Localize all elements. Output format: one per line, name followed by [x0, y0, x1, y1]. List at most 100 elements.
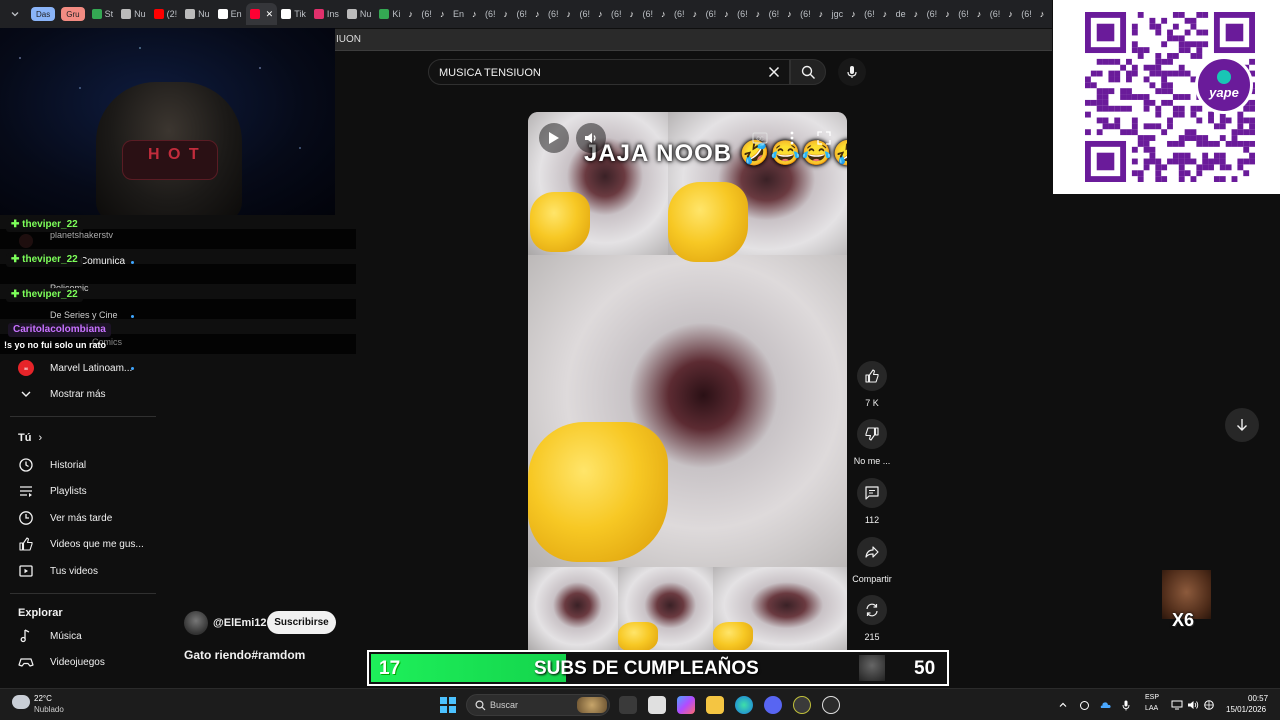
dislike-action[interactable]: No me ...	[850, 419, 894, 466]
volume-button[interactable]	[576, 123, 606, 153]
browser-tab[interactable]: ♪ de	[879, 3, 910, 25]
sync-icon[interactable]	[1077, 698, 1091, 712]
browser-tab[interactable]: ♪ (6!	[689, 3, 721, 25]
channel-avatar[interactable]	[184, 611, 208, 635]
browser-tab[interactable]: ♪ (6!	[973, 3, 1005, 25]
browser-tab[interactable]: ♪ (6!	[626, 3, 658, 25]
app-icon[interactable]	[793, 696, 811, 714]
browser-tab[interactable]: ♪ (6!	[910, 3, 942, 25]
browser-tab[interactable]: Ki	[375, 3, 404, 25]
display-icon[interactable]	[1170, 698, 1184, 712]
sidebar-item-music[interactable]: Música	[0, 623, 156, 649]
language-indicator[interactable]: ESP	[1145, 694, 1159, 701]
browser-tab[interactable]: Tik	[277, 3, 310, 25]
browser-tab[interactable]: ♪ (6!	[499, 3, 531, 25]
voice-search-button[interactable]	[838, 58, 866, 86]
weather-temperature[interactable]: 22°C	[34, 694, 52, 703]
sidebar-show-more[interactable]: Mostrar más	[0, 381, 156, 407]
comments-action[interactable]: 112	[850, 478, 894, 525]
obs-icon[interactable]	[822, 696, 840, 714]
browser-tab[interactable]: Nu	[117, 3, 150, 25]
video-title[interactable]: Gato riendo#ramdom	[184, 648, 305, 662]
sidebar-item-liked-videos[interactable]: Videos que me gus...	[0, 531, 156, 557]
volume-icon	[585, 133, 596, 143]
browser-tab[interactable]: (2!	[150, 3, 182, 25]
discord-icon[interactable]	[764, 696, 782, 714]
short-video-player[interactable]: JAJA NOOB 🤣😂😂🤣 CC	[528, 112, 847, 652]
browser-tab[interactable]: ♪mi	[1036, 3, 1052, 25]
share-button[interactable]	[857, 537, 887, 567]
search-input[interactable]	[439, 65, 759, 81]
channel-name[interactable]: @ElEmi12	[213, 617, 267, 629]
browser-tab[interactable]: ♪ (6!	[752, 3, 784, 25]
remix-action[interactable]: 215	[850, 595, 894, 642]
tab-list-button[interactable]	[4, 3, 28, 25]
browser-tab[interactable]: ♪ En	[436, 3, 468, 25]
close-icon[interactable]: ✕	[266, 9, 274, 20]
comments-button[interactable]	[857, 478, 887, 508]
more-options-button[interactable]	[782, 128, 802, 148]
clock-date[interactable]: 15/01/2026	[1226, 705, 1266, 714]
captions-button[interactable]: CC	[750, 128, 770, 148]
wifi-icon[interactable]	[1202, 698, 1216, 712]
browser-tab[interactable]: ♪ jgc	[815, 3, 848, 25]
tab-group-2[interactable]: Gru	[61, 7, 85, 21]
browser-tab[interactable]: Ins	[310, 3, 343, 25]
expand-icon	[817, 131, 831, 145]
copilot-icon[interactable]	[677, 696, 695, 714]
task-view-icon[interactable]	[619, 696, 637, 714]
tab-group-1[interactable]: Das	[31, 7, 56, 21]
microphone-tray-icon[interactable]	[1119, 698, 1133, 712]
like-button[interactable]	[857, 361, 887, 391]
share-icon	[865, 546, 879, 558]
you-section-heading[interactable]: Tú ›	[18, 432, 42, 444]
browser-tab[interactable]: ♪ (6!	[531, 3, 563, 25]
volume-tray-icon[interactable]	[1186, 698, 1200, 712]
edge-icon[interactable]	[735, 696, 753, 714]
browser-tab[interactable]: Nu	[181, 3, 214, 25]
like-action[interactable]: 7 K	[850, 361, 894, 408]
browser-tab[interactable]: ♪ (6!	[657, 3, 689, 25]
clear-search-button[interactable]	[765, 63, 783, 81]
browser-tab[interactable]: ♪ (6!	[720, 3, 752, 25]
play-button[interactable]	[539, 123, 569, 153]
next-video-button[interactable]	[1225, 408, 1259, 442]
weather-description[interactable]: Nublado	[34, 705, 64, 714]
remix-button[interactable]	[857, 595, 887, 625]
browser-tab[interactable]: St	[88, 3, 118, 25]
sidebar-item-gaming[interactable]: Videojuegos	[0, 649, 156, 675]
sidebar-item-watch-later[interactable]: Ver más tarde	[0, 505, 156, 531]
browser-tab[interactable]: ♪ (6!	[404, 3, 436, 25]
browser-tab[interactable]: ♪ (6!	[594, 3, 626, 25]
keyboard-layout-indicator[interactable]: LAA	[1145, 705, 1158, 712]
browser-tab[interactable]: ♪ (6!	[468, 3, 500, 25]
sidebar-item-your-videos[interactable]: Tus videos	[0, 558, 156, 584]
browser-tab[interactable]: ♪ (6!	[1004, 3, 1036, 25]
sidebar-item-playlists[interactable]: Playlists	[0, 478, 156, 504]
browser-tab[interactable]: ♪ (6!	[783, 3, 815, 25]
address-bar[interactable]: IUON	[335, 29, 1052, 51]
file-explorer-icon[interactable]	[706, 696, 724, 714]
start-button[interactable]	[440, 697, 456, 713]
browser-tab[interactable]: ♪ (6!	[941, 3, 973, 25]
share-action[interactable]: Compartir	[850, 537, 894, 584]
search-box[interactable]	[428, 59, 790, 85]
chevron-up-icon[interactable]	[1056, 698, 1070, 712]
fullscreen-button[interactable]	[814, 128, 834, 148]
subscribe-button[interactable]: Suscribirse	[267, 611, 336, 634]
browser-tab[interactable]: ♪ (6!	[847, 3, 879, 25]
sidebar-item-marvel[interactable]: M Marvel Latinoam...	[0, 355, 156, 381]
browser-tab[interactable]: ✕	[245, 3, 278, 25]
cloud-icon[interactable]	[12, 695, 30, 709]
tab-favicon: ♪	[692, 9, 698, 19]
search-button[interactable]	[790, 59, 826, 85]
microsoft-store-icon[interactable]	[648, 696, 666, 714]
dislike-button[interactable]	[857, 419, 887, 449]
onedrive-icon[interactable]	[1098, 698, 1112, 712]
clock-time[interactable]: 00:57	[1248, 694, 1268, 703]
browser-tab[interactable]: Nu	[343, 3, 376, 25]
browser-tab[interactable]: En	[214, 3, 246, 25]
browser-tab[interactable]: ♪ (6!	[563, 3, 595, 25]
taskbar-search[interactable]: Buscar	[466, 694, 610, 716]
sidebar-item-history[interactable]: Historial	[0, 452, 156, 478]
